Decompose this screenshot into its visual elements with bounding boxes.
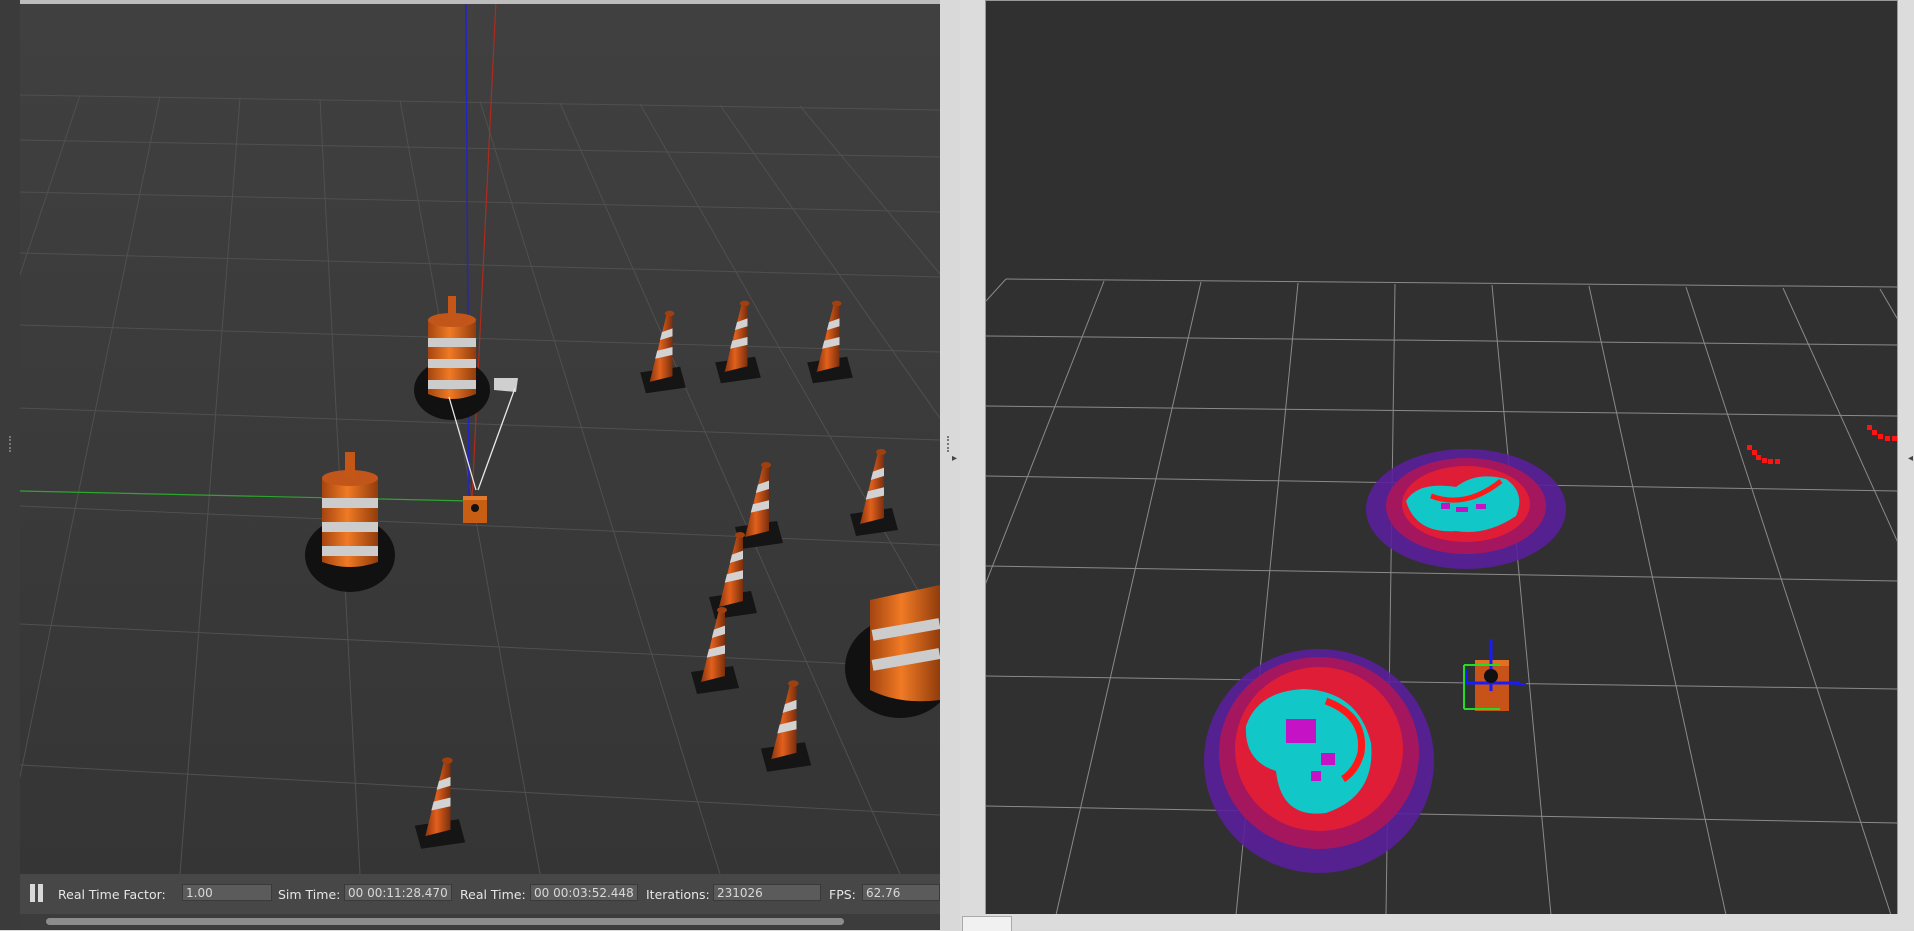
- collapse-right-icon[interactable]: ▸: [943, 453, 957, 464]
- real-time-field: 00 00:03:52.448: [530, 884, 638, 901]
- real-time-label: Real Time:: [460, 887, 526, 902]
- pause-icon: [30, 884, 35, 902]
- scrollbar-thumb[interactable]: [46, 918, 844, 925]
- gazebo-top-border: [20, 0, 940, 4]
- gazebo-horizontal-scrollbar[interactable]: [20, 914, 940, 930]
- real-time-factor-field: 1.00: [182, 884, 272, 901]
- gazebo-status-bar: Real Time Factor: 1.00 Sim Time: 00 00:1…: [20, 874, 940, 914]
- center-splitter[interactable]: ▸: [940, 0, 960, 930]
- costmap-blob-upper: [1366, 449, 1566, 569]
- iterations-field: 231026: [713, 884, 821, 901]
- costmap-blob-lower: [1204, 649, 1434, 873]
- rviz-panel: ◂: [960, 0, 1914, 931]
- pause-icon-bar: [38, 884, 43, 902]
- pause-button[interactable]: [28, 884, 44, 902]
- rviz-bottom-bar: [960, 914, 1914, 931]
- real-time-factor-label: Real Time Factor:: [58, 887, 166, 902]
- sim-time-field: 00 00:11:28.470: [344, 884, 452, 901]
- gazebo-3d-viewport[interactable]: [20, 0, 940, 874]
- rviz-bottom-tab[interactable]: [962, 916, 1012, 931]
- splitter-handle[interactable]: [947, 436, 951, 452]
- left-splitter-handle[interactable]: [9, 436, 13, 452]
- collapse-left-icon[interactable]: ◂: [1908, 453, 1913, 464]
- fps-label: FPS:: [829, 887, 856, 902]
- left-dock-strip: [0, 0, 20, 930]
- gazebo-panel: Real Time Factor: 1.00 Sim Time: 00 00:1…: [20, 0, 940, 930]
- iterations-label: Iterations:: [646, 887, 710, 902]
- sim-time-label: Sim Time:: [278, 887, 341, 902]
- rviz-3d-viewport[interactable]: [985, 0, 1898, 916]
- fps-field: 62.76: [862, 884, 940, 901]
